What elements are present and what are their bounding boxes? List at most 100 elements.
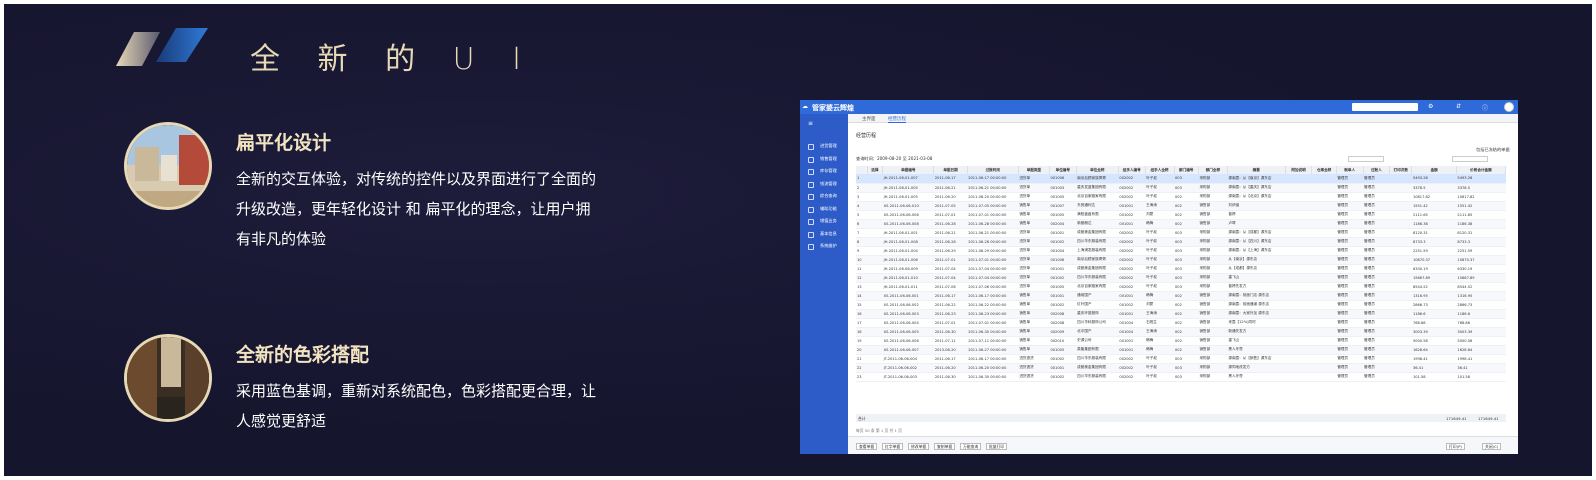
column-header[interactable]: 打印次数 xyxy=(1389,166,1413,174)
column-header[interactable]: 制单人 xyxy=(1336,166,1364,174)
table-cell: 管理员 xyxy=(1363,201,1390,211)
table-row[interactable]: 17 XS-2011-06-06-004 2011-07-01 2011-07-01 … xyxy=(856,318,1506,328)
column-header[interactable]: 经手人编号 xyxy=(1118,166,1146,174)
column-header[interactable]: 价税合计金额 xyxy=(1456,166,1506,174)
bottom-button[interactable]: 查看单据 xyxy=(856,443,878,450)
tab-history[interactable]: 经营历程 xyxy=(888,116,906,123)
table-row[interactable]: 18 XS-2011-06-06-005 2011-06-30 2011-06-30 … xyxy=(856,327,1506,337)
table-row[interactable]: 4 XS-2011-06-06-010 2011-07-05 2011-07-05 0… xyxy=(856,201,1506,211)
table-row[interactable]: 10 JH-2011-06-01-006 2011-07-01 2011-07-01 … xyxy=(856,255,1506,265)
table-row[interactable]: 15 XS-2011-06-06-002 2011-06-22 2011-06-22 … xyxy=(856,300,1506,310)
table-row[interactable]: 23 JT-2011-06-06-003 2011-06-30 2011-06-30 … xyxy=(856,372,1506,382)
table-cell: 2251.59 xyxy=(1411,246,1457,256)
column-header[interactable]: 部门全称 xyxy=(1198,166,1228,174)
table-row[interactable]: 16 XS-2011-06-06-003 2011-06-23 2011-06-23 … xyxy=(856,309,1506,319)
table-row[interactable]: 1 JH-2011-06-01-007 2011-06-17 2011-06-17 0… xyxy=(856,174,1506,184)
table-row[interactable]: 6 XS-2011-06-06-008 2011-06-28 2011-06-28 0… xyxy=(856,219,1506,229)
table-cell: 36.41 xyxy=(1411,363,1457,373)
table-row[interactable]: 11 JH-2011-06-06-009 2011-07-04 2011-07-04 … xyxy=(856,264,1506,274)
avatar[interactable] xyxy=(1504,102,1514,112)
table-row[interactable]: 5 XS-2011-06-06-006 2011-07-01 2011-07-01 0… xyxy=(856,210,1506,220)
table-cell xyxy=(867,309,883,319)
column-header[interactable]: 仓库全称 xyxy=(1311,166,1337,174)
table-row[interactable]: 2 JH-2011-06-01-005 2011-06-21 2011-06-21 0… xyxy=(856,183,1506,193)
table-cell xyxy=(1389,336,1412,346)
table-cell: 进货单 xyxy=(1018,228,1050,238)
table-cell: 管理员 xyxy=(1363,228,1390,238)
info-icon[interactable]: ⓘ xyxy=(1482,103,1488,112)
sidebar-item[interactable]: 增值业务 xyxy=(800,215,848,228)
type-select[interactable] xyxy=(1348,156,1384,162)
column-header[interactable]: 单位全称 xyxy=(1076,166,1119,174)
column-header[interactable]: 过账人 xyxy=(1363,166,1391,174)
table-cell: 进货单 xyxy=(1018,183,1050,193)
column-header[interactable]: 金额 xyxy=(1411,166,1457,174)
table-cell: 管理员 xyxy=(1336,183,1364,193)
table-row[interactable]: 21 JT-2011-06-06-004 2011-06-17 2011-06-17 … xyxy=(856,354,1506,364)
column-header[interactable]: 单据日期 xyxy=(933,166,968,174)
table-cell: 2011-07-01 00:00:00 xyxy=(967,318,1019,328)
table-row[interactable]: 7 JH-2011-06-01-001 2011-06-21 2011-06-21 0… xyxy=(856,228,1506,238)
column-header[interactable]: 过账时间 xyxy=(967,166,1019,174)
column-header[interactable]: 经手人全称 xyxy=(1145,166,1175,174)
sidebar-item[interactable]: 综合查询 xyxy=(800,190,848,203)
sidebar-item[interactable]: 辅助功能 xyxy=(800,203,848,216)
sidebar-item[interactable]: 销售管理 xyxy=(800,153,848,166)
column-header[interactable] xyxy=(856,166,868,174)
table-cell: 002002 xyxy=(1118,282,1146,292)
tab-home[interactable]: 主界面 xyxy=(862,116,876,122)
date-filter: 查询时间：2009-08-20 至 2021-03-08 xyxy=(856,156,933,161)
table-cell xyxy=(867,336,883,346)
table-cell: 源南霞：从【四川】源东店 xyxy=(1227,237,1286,247)
column-header[interactable]: 单据编号 xyxy=(882,166,935,174)
table-cell xyxy=(1389,174,1412,184)
table-cell: 2011-07-01 00:00:00 xyxy=(967,210,1019,220)
table-cell: 2011-07-04 xyxy=(933,273,968,283)
sidebar-item[interactable]: 进货管理 xyxy=(800,140,848,153)
sidebar-item[interactable]: 系统维护 xyxy=(800,240,848,253)
bottom-button[interactable]: 修改单据 xyxy=(908,443,930,450)
table-row[interactable]: 20 XS-2011-06-06-007 2013-08-20 2011-06-27 … xyxy=(856,345,1506,355)
column-header[interactable]: 选择 xyxy=(867,166,884,174)
sidebar-item[interactable]: 钱流管理 xyxy=(800,178,848,191)
sidebar-item[interactable]: 库存管理 xyxy=(800,165,848,178)
gear-icon[interactable]: ⚙ xyxy=(1428,103,1433,110)
table-row[interactable]: 9 JH-2011-06-01-004 2011-06-29 2011-06-29 0… xyxy=(856,246,1506,256)
table-cell: 采购部 xyxy=(1198,372,1228,382)
bottom-button[interactable]: 批量打印 xyxy=(986,443,1008,450)
red-select[interactable] xyxy=(1452,156,1488,162)
column-header[interactable]: 摘要 xyxy=(1227,166,1286,174)
table-row[interactable]: 3 JH-2011-06-01-005 2011-06-20 2011-06-20 0… xyxy=(856,192,1506,202)
table-cell xyxy=(1285,273,1312,283)
table-cell: 2011-07-01 xyxy=(933,318,968,328)
table-row[interactable]: 8 JH-2011-06-01-008 2011-06-28 2011-06-28 0… xyxy=(856,237,1506,247)
table-cell: 2011-07-11 00:00:00 xyxy=(967,336,1019,346)
bottom-button[interactable]: 复制单据 xyxy=(934,443,956,450)
sort-icon[interactable]: ⇵ xyxy=(1456,103,1461,110)
sidebar-item[interactable]: 基本信息 xyxy=(800,228,848,241)
column-header[interactable]: 单据类型 xyxy=(1018,166,1050,174)
table-cell: 001001 xyxy=(1118,201,1146,211)
menu-icon[interactable]: ≡ xyxy=(800,114,848,140)
print-button[interactable]: 打印(P) xyxy=(1446,443,1465,450)
table-cell: 销售单 xyxy=(1018,291,1050,301)
bottom-button[interactable]: 红字单据 xyxy=(882,443,904,450)
table-cell: 2011-07-05 xyxy=(933,201,968,211)
table-row[interactable]: 22 JT-2011-06-06-002 2011-06-20 2011-06-20 … xyxy=(856,363,1506,373)
column-header[interactable]: 单位编号 xyxy=(1049,166,1077,174)
frozen-checkbox[interactable]: 包括已冻结的单据 xyxy=(1476,147,1510,153)
table-row[interactable]: 19 XS-2011-06-06-006 2011-07-11 2011-07-11 … xyxy=(856,336,1506,346)
table-row[interactable]: 12 JH-2011-06-01-010 2011-07-04 2011-07-04 … xyxy=(856,273,1506,283)
table-cell: 叶子叔 xyxy=(1145,228,1174,238)
table-row[interactable]: 14 XS-2011-06-06-001 2011-06-17 2011-06-17 … xyxy=(856,291,1506,301)
bottom-button[interactable]: 万能查询 xyxy=(960,443,982,450)
close-button[interactable]: 关闭(C) xyxy=(1482,443,1502,450)
table-row[interactable]: 13 JH-2011-06-01-011 2011-07-06 2011-07-06 … xyxy=(856,282,1506,292)
table-cell xyxy=(1389,210,1412,220)
table-cell xyxy=(867,318,883,328)
table-cell: 四川华东服装有限 xyxy=(1076,354,1119,364)
column-header[interactable]: 部门编号 xyxy=(1174,166,1199,174)
top-search-input[interactable] xyxy=(1352,103,1418,111)
table-cell: 管理员 xyxy=(1336,282,1364,292)
column-header[interactable]: 附加说明 xyxy=(1285,166,1313,174)
